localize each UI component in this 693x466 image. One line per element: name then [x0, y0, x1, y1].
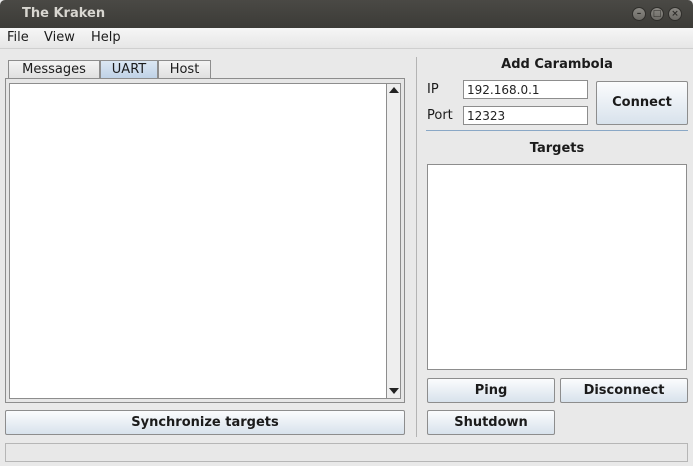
disconnect-button[interactable]: Disconnect [560, 378, 688, 403]
shutdown-button[interactable]: Shutdown [427, 410, 555, 435]
panel-divider [416, 57, 417, 437]
targets-list[interactable] [427, 164, 687, 370]
scroll-down-icon[interactable] [389, 388, 399, 394]
tab-host[interactable]: Host [158, 60, 211, 79]
uart-text-area[interactable] [9, 83, 387, 399]
add-carambola-heading: Add Carambola [501, 57, 613, 72]
port-label: Port [427, 108, 453, 123]
status-bar [5, 443, 688, 462]
maximize-icon[interactable]: □ [650, 7, 664, 21]
port-field[interactable] [463, 106, 588, 125]
menu-view[interactable]: View [44, 30, 75, 45]
tab-messages[interactable]: Messages [8, 60, 100, 79]
ping-button[interactable]: Ping [427, 378, 555, 403]
connect-button[interactable]: Connect [596, 81, 688, 125]
scroll-up-icon[interactable] [389, 87, 399, 93]
window-title: The Kraken [22, 6, 106, 21]
targets-heading: Targets [529, 141, 585, 156]
close-icon[interactable]: × [668, 7, 682, 21]
tab-uart[interactable]: UART [100, 60, 158, 79]
menu-help[interactable]: Help [91, 30, 121, 45]
section-divider [426, 130, 688, 131]
ip-field[interactable] [463, 80, 588, 99]
ip-label: IP [427, 82, 439, 97]
minimize-icon[interactable]: – [632, 7, 646, 21]
vertical-scrollbar[interactable] [386, 83, 401, 399]
menu-file[interactable]: File [7, 30, 29, 45]
synchronize-targets-button[interactable]: Synchronize targets [5, 410, 405, 435]
